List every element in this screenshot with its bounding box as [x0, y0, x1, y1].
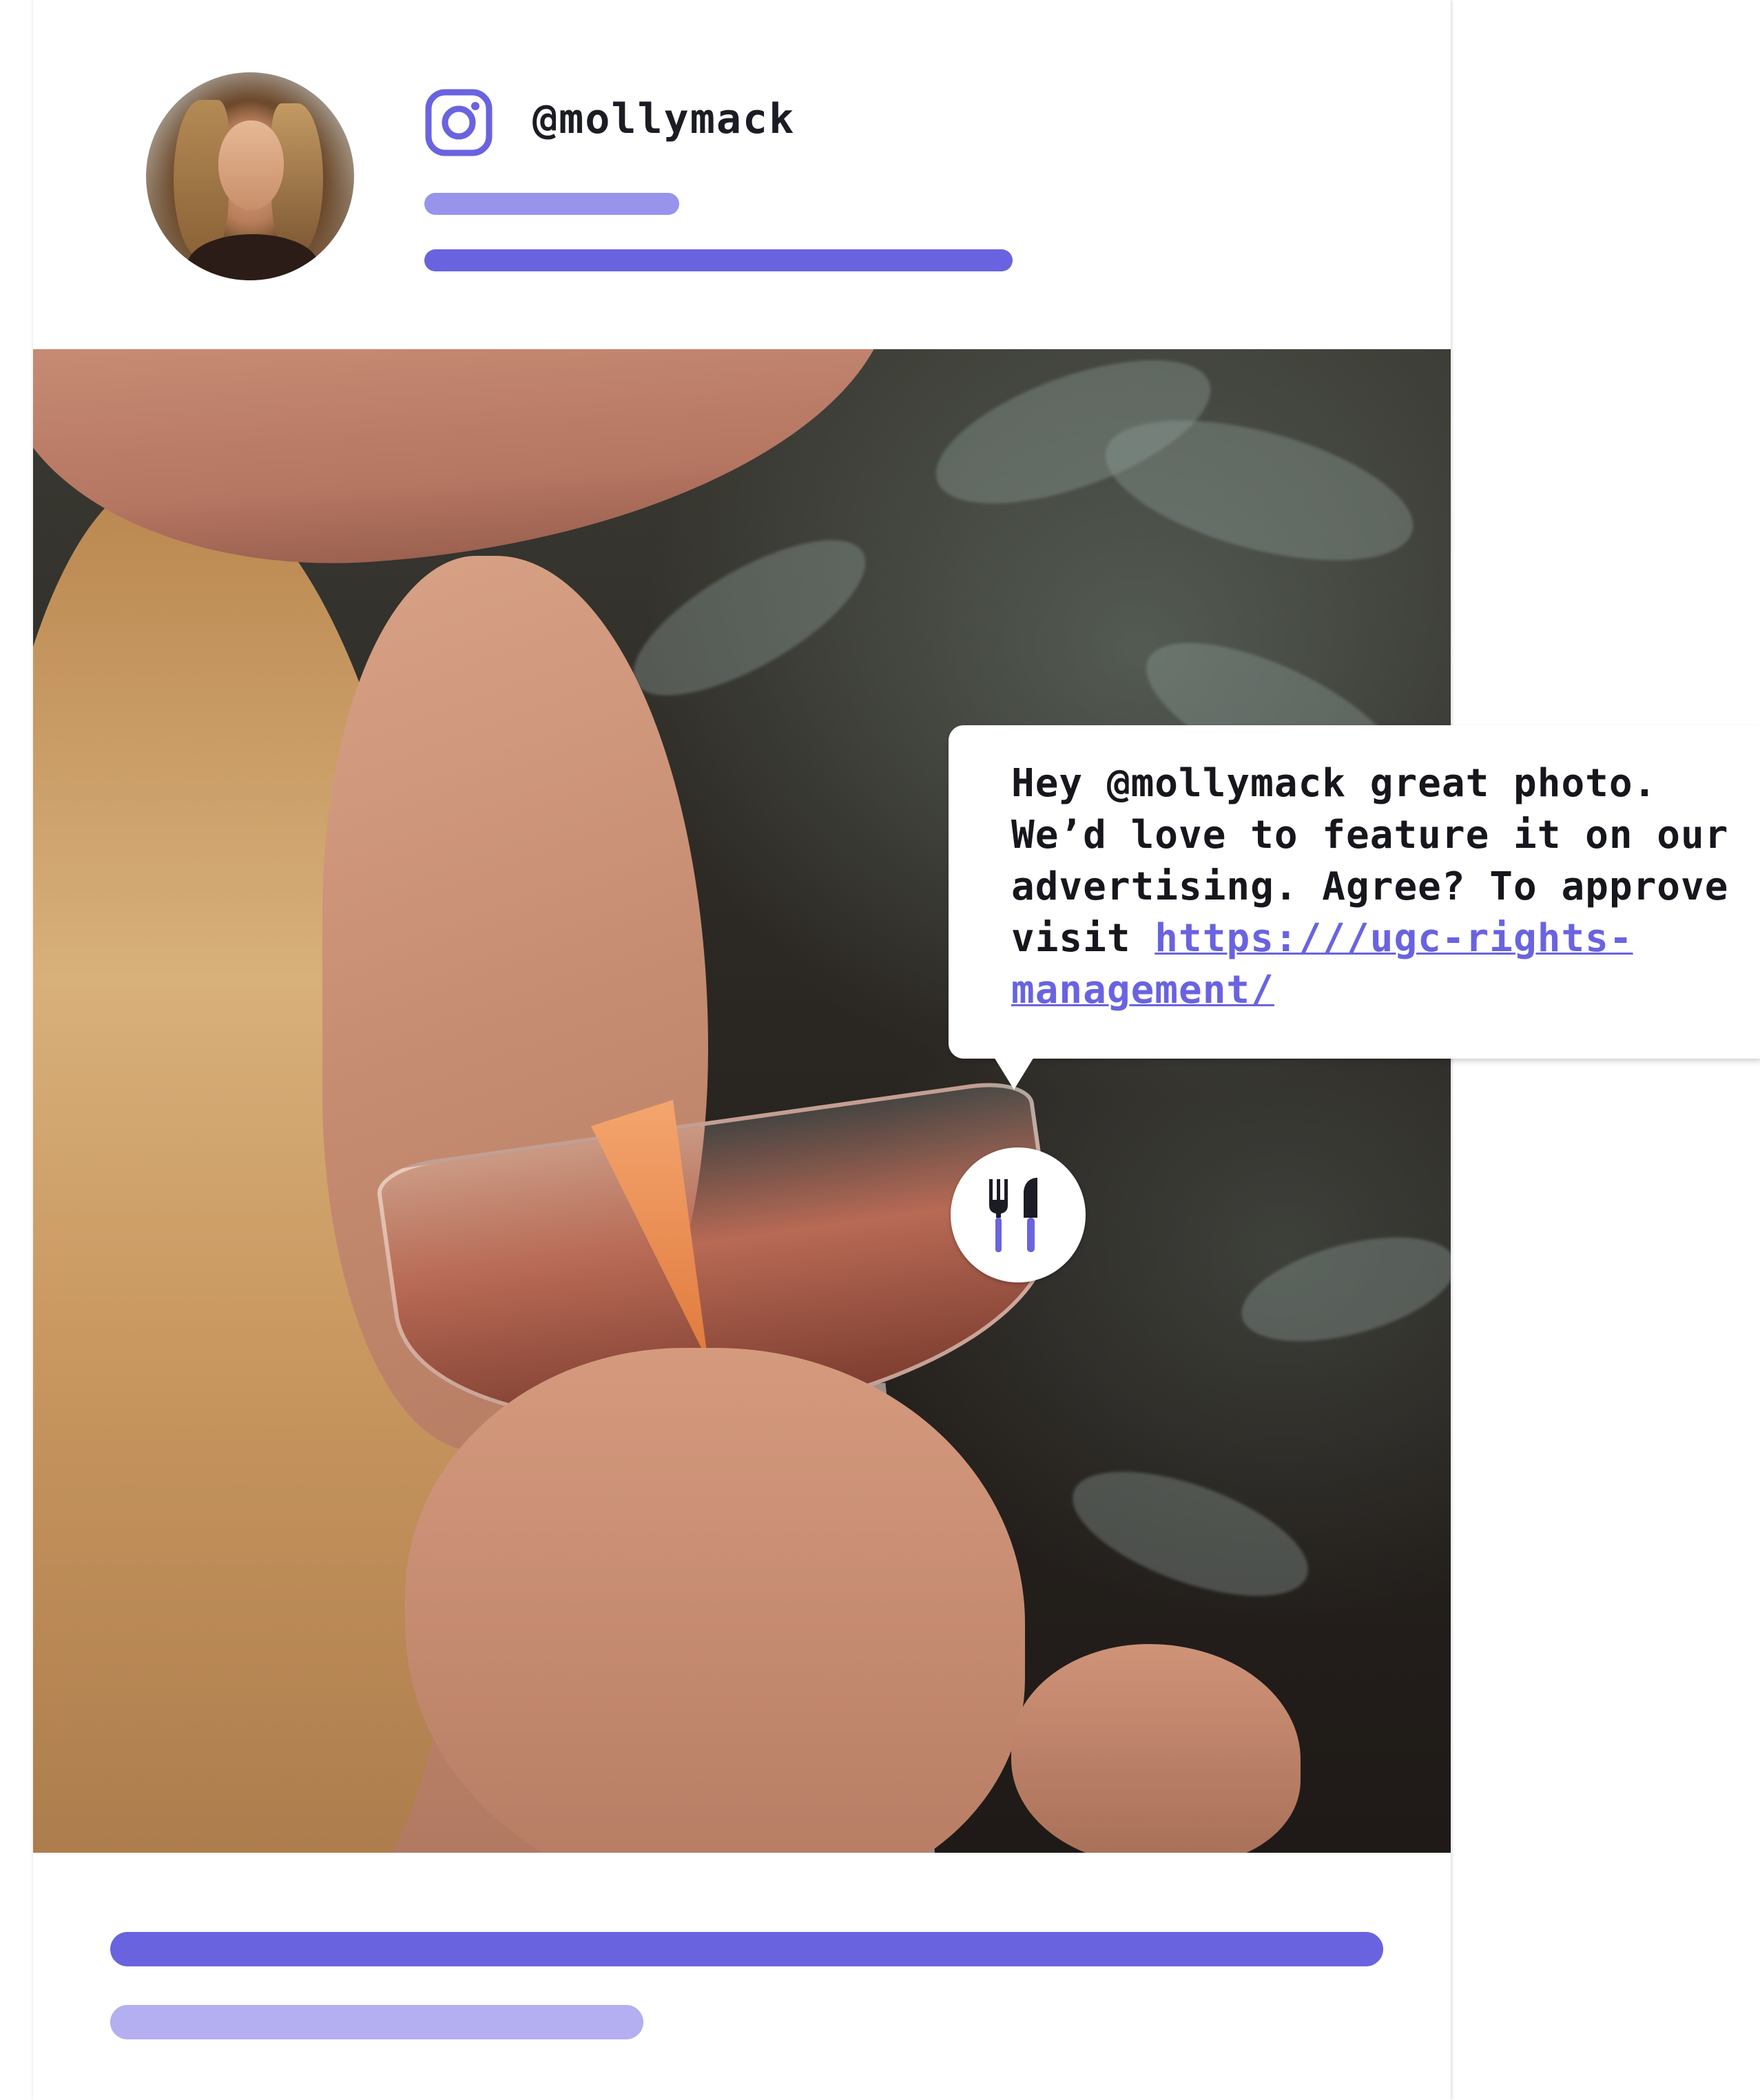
placeholder-bar-short [424, 193, 679, 215]
food-category-badge[interactable] [951, 1147, 1086, 1282]
fork-knife-icon [989, 1178, 1037, 1252]
page: @mollymack Hey @mollymack great photo. W… [0, 0, 1760, 2100]
photo-second-hand [1011, 1644, 1301, 1853]
background-branch [1057, 1446, 1324, 1622]
placeholder-bar-caption-short [110, 2005, 643, 2039]
comment-bubble-tail [992, 1054, 1036, 1090]
comment-text: Hey @mollymack great photo. We’d love to… [1011, 758, 1741, 1016]
post-photo[interactable] [33, 349, 1451, 1853]
username[interactable]: @mollymack [532, 95, 795, 143]
avatar-face [218, 121, 284, 210]
background-branch [1230, 1217, 1451, 1362]
placeholder-bar-caption-long [110, 1932, 1383, 1966]
instagram-icon [425, 89, 493, 156]
placeholder-bar-long [424, 249, 1013, 271]
photo-hand [405, 1348, 1025, 1853]
avatar[interactable] [146, 72, 354, 280]
background-branch [612, 510, 887, 725]
